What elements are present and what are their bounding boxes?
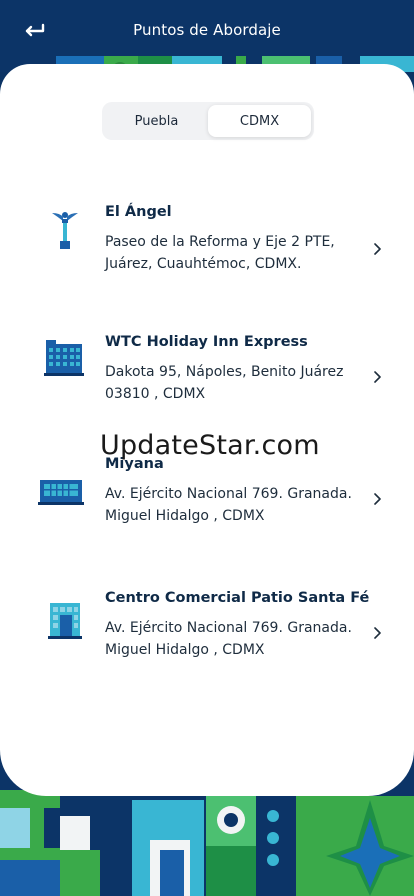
point-address: Paseo de la Reforma y Eje 2 PTE, Juárez,… bbox=[105, 231, 357, 275]
mall-building-icon bbox=[42, 596, 88, 642]
point-address-line2: 03810 , CDMX bbox=[105, 386, 206, 402]
back-button[interactable] bbox=[18, 14, 50, 46]
point-address-line1: Dakota 95, Nápoles, Benito Juárez bbox=[105, 364, 344, 380]
chevron-right-icon bbox=[370, 370, 384, 384]
chevron-right-icon bbox=[370, 626, 384, 640]
page-title: Puntos de Abordaje bbox=[133, 21, 281, 39]
point-address-line1: Paseo de la Reforma y Eje 2 PTE, bbox=[105, 234, 335, 250]
chevron-right-icon bbox=[370, 492, 384, 506]
point-address-line2: Juárez, Cuauhtémoc, CDMX. bbox=[105, 256, 302, 272]
point-address: Av. Ejército Nacional 769. Granada. Migu… bbox=[105, 617, 357, 661]
point-address-line2: Miguel Hidalgo , CDMX bbox=[105, 508, 265, 524]
point-address: Dakota 95, Nápoles, Benito Juárez 03810 … bbox=[105, 361, 357, 405]
point-name: El Ángel bbox=[105, 204, 172, 220]
monument-icon bbox=[42, 206, 88, 252]
boarding-point-wtc-holiday-inn[interactable]: WTC Holiday Inn Express Dakota 95, Nápol… bbox=[0, 334, 414, 430]
tab-cdmx[interactable]: CDMX bbox=[208, 105, 311, 137]
app-header: Puntos de Abordaje bbox=[0, 0, 414, 60]
tab-puebla-label: Puebla bbox=[134, 113, 179, 129]
chevron-right-icon bbox=[370, 242, 384, 256]
boarding-point-el-angel[interactable]: El Ángel Paseo de la Reforma y Eje 2 PTE… bbox=[0, 204, 414, 300]
watermark: UpdateStar.com bbox=[100, 430, 320, 461]
hotel-building-icon bbox=[40, 334, 86, 380]
point-name: WTC Holiday Inn Express bbox=[105, 334, 308, 350]
point-address-line1: Av. Ejército Nacional 769. Granada. bbox=[105, 486, 352, 502]
point-address-line2: Miguel Hidalgo , CDMX bbox=[105, 642, 265, 658]
tab-cdmx-label: CDMX bbox=[239, 113, 280, 129]
point-address-line1: Av. Ejército Nacional 769. Granada. bbox=[105, 620, 352, 636]
tab-puebla[interactable]: Puebla bbox=[105, 105, 208, 137]
boarding-point-miyana[interactable]: Miyana Av. Ejército Nacional 769. Granad… bbox=[0, 456, 414, 552]
boarding-point-patio-santa-fe[interactable]: Centro Comercial Patio Santa Fé Av. Ejér… bbox=[0, 590, 414, 686]
point-address: Av. Ejército Nacional 769. Granada. Migu… bbox=[105, 483, 357, 527]
back-arrow-icon bbox=[25, 23, 45, 37]
city-selector: Puebla CDMX bbox=[102, 102, 314, 140]
complex-building-icon bbox=[38, 468, 84, 514]
point-name: Centro Comercial Patio Santa Fé bbox=[105, 590, 370, 606]
